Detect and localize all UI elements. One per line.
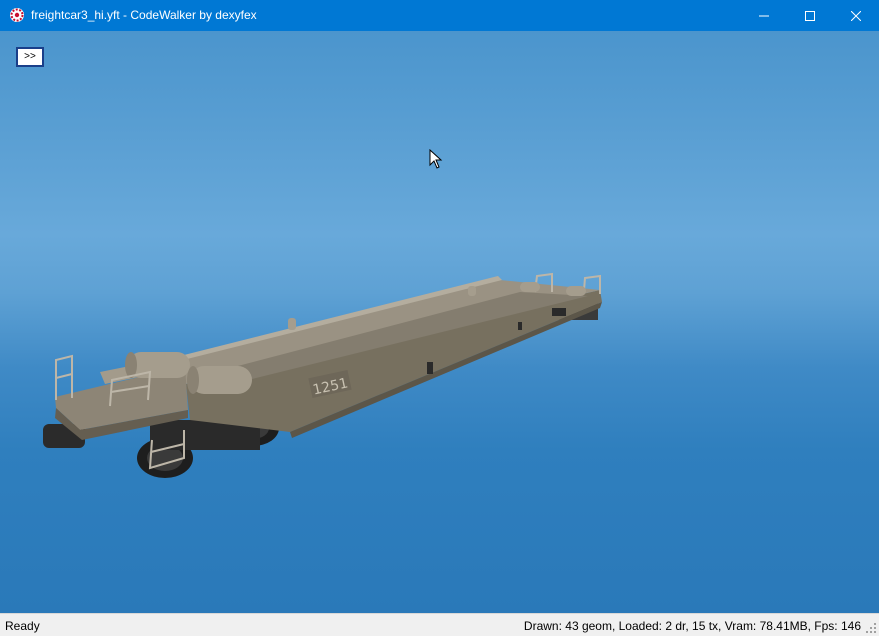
maximize-button[interactable] <box>787 0 833 31</box>
render-viewport[interactable]: 1251 >> <box>0 31 879 613</box>
status-bar: Ready Drawn: 43 geom, Loaded: 2 dr, 15 t… <box>0 613 879 636</box>
resize-grip-icon[interactable] <box>865 622 877 634</box>
render-stats: Drawn: 43 geom, Loaded: 2 dr, 15 tx, Vra… <box>523 619 861 633</box>
status-text: Ready <box>5 619 40 633</box>
minimize-button[interactable] <box>741 0 787 31</box>
close-icon <box>851 10 861 21</box>
close-button[interactable] <box>833 0 879 31</box>
toggle-panel-button[interactable]: >> <box>16 47 44 67</box>
codewalker-window: freightcar3_hi.yft - CodeWalker by dexyf… <box>0 0 879 636</box>
codewalker-app-icon[interactable] <box>9 7 25 23</box>
maximize-icon <box>805 10 815 21</box>
window-title: freightcar3_hi.yft - CodeWalker by dexyf… <box>31 8 257 22</box>
title-bar[interactable]: freightcar3_hi.yft - CodeWalker by dexyf… <box>0 0 879 31</box>
freight-car-model: 1251 <box>43 272 602 478</box>
mouse-cursor-icon <box>429 149 443 169</box>
minimize-icon <box>759 15 769 16</box>
